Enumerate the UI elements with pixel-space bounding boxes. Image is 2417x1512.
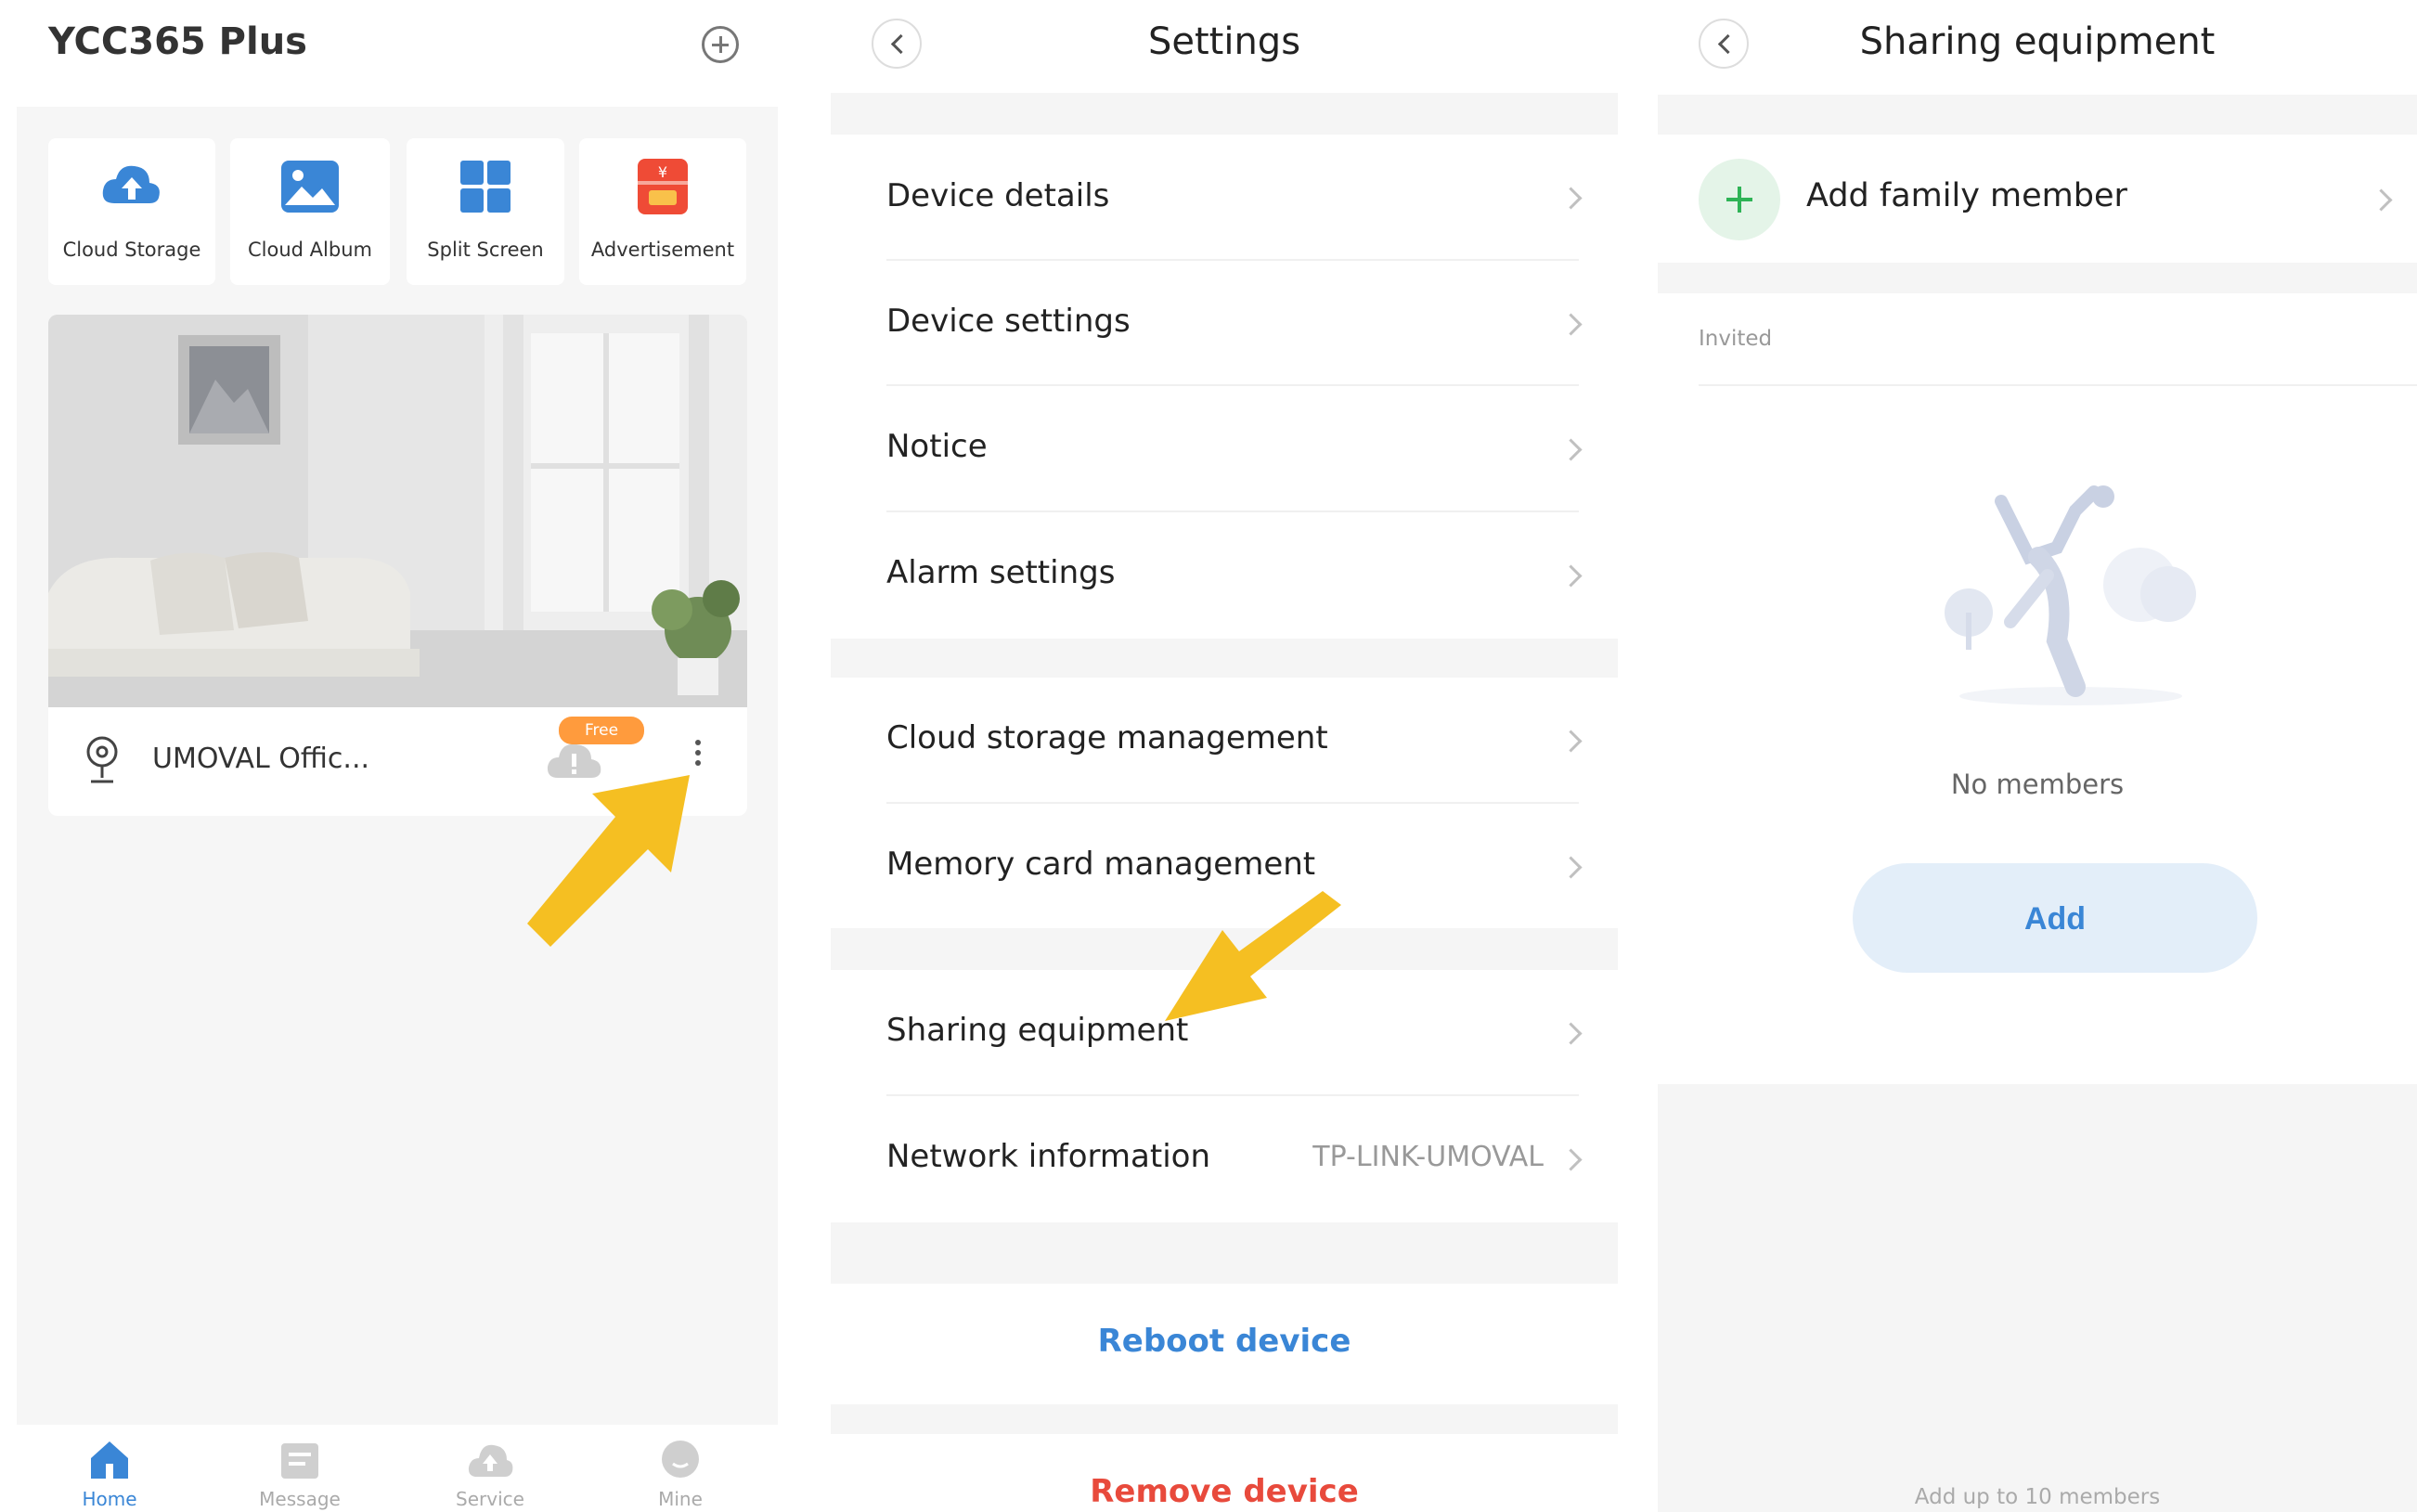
tile-cloud-storage[interactable]: Cloud Storage bbox=[48, 138, 215, 285]
app-title: YCC365 Plus bbox=[48, 20, 307, 63]
tab-label: Service bbox=[456, 1488, 524, 1510]
remove-device-button[interactable]: Remove device bbox=[831, 1473, 1618, 1510]
chevron-right-icon bbox=[1559, 730, 1583, 753]
empty-state-text: No members bbox=[1950, 769, 2125, 800]
section-gap bbox=[831, 1404, 1618, 1434]
home-header: YCC365 Plus bbox=[0, 0, 787, 107]
profile-icon bbox=[662, 1441, 699, 1478]
camera-preview-image[interactable] bbox=[48, 315, 747, 707]
row-label: Device settings bbox=[886, 303, 1131, 340]
sharing-screen: Sharing equipment Add family member Invi… bbox=[1658, 0, 2417, 1512]
reboot-device-button[interactable]: Reboot device bbox=[831, 1323, 1618, 1360]
tile-split-screen[interactable]: Split Screen bbox=[407, 138, 564, 285]
reboot-row: Reboot device bbox=[831, 1284, 1618, 1404]
svg-text:¥: ¥ bbox=[658, 163, 667, 181]
camera-card[interactable]: UMOVAL Offic... Free bbox=[48, 315, 747, 816]
message-icon bbox=[281, 1443, 318, 1479]
row-device-details[interactable]: Device details bbox=[831, 135, 1618, 261]
chevron-right-icon bbox=[1559, 1148, 1583, 1171]
chevron-right-icon bbox=[1559, 187, 1583, 210]
member-limit-note: Add up to 10 members bbox=[1914, 1485, 2161, 1509]
tile-label: Cloud Storage bbox=[62, 239, 201, 261]
row-label: Notice bbox=[886, 428, 988, 465]
camera-name: UMOVAL Offic... bbox=[152, 743, 370, 775]
row-label: Device details bbox=[886, 177, 1110, 214]
free-badge: Free bbox=[559, 717, 644, 744]
section-gap bbox=[1658, 95, 2417, 135]
add-family-member-row[interactable]: Add family member bbox=[1658, 135, 2417, 263]
chevron-right-icon bbox=[1559, 313, 1583, 336]
add-family-member-label: Add family member bbox=[1806, 177, 2127, 214]
grid-icon bbox=[460, 161, 511, 213]
pointer-arrow-icon bbox=[1165, 891, 1341, 1021]
cloud-upload-icon bbox=[102, 165, 160, 203]
divider bbox=[1699, 384, 2417, 386]
tile-label: Advertisement bbox=[590, 239, 735, 261]
chevron-right-icon bbox=[1559, 1022, 1583, 1045]
plus-icon bbox=[1699, 159, 1780, 240]
tab-message[interactable]: Message bbox=[244, 1438, 355, 1510]
section-gap bbox=[1658, 263, 2417, 293]
settings-screen: Settings Device details Device settings … bbox=[831, 0, 1618, 1512]
tab-service[interactable]: Service bbox=[434, 1438, 546, 1510]
tile-label: Cloud Album bbox=[248, 239, 372, 261]
row-label: Memory card management bbox=[886, 846, 1316, 883]
home-icon bbox=[91, 1441, 128, 1479]
tile-cloud-album[interactable]: Cloud Album bbox=[230, 138, 390, 285]
remove-row: Remove device bbox=[831, 1434, 1618, 1512]
service-icon bbox=[468, 1444, 513, 1477]
row-label: Cloud storage management bbox=[886, 719, 1328, 756]
add-device-icon[interactable] bbox=[702, 26, 739, 63]
section-gap bbox=[831, 93, 1618, 135]
row-network-information[interactable]: Network information TP-LINK-UMOVAL bbox=[831, 1096, 1618, 1222]
home-screen: YCC365 Plus Cloud Storage Cloud Album Sp… bbox=[0, 0, 787, 1512]
picture-icon bbox=[281, 161, 339, 213]
row-label: Sharing equipment bbox=[886, 1012, 1189, 1049]
tab-home[interactable]: Home bbox=[54, 1438, 165, 1510]
coupon-icon: ¥ bbox=[638, 159, 688, 214]
bottom-tab-bar: Home Message Service Mine bbox=[17, 1425, 778, 1512]
section-gap bbox=[831, 639, 1618, 678]
row-notice[interactable]: Notice bbox=[831, 386, 1618, 512]
footer-area bbox=[1658, 1084, 2417, 1512]
row-label: Network information bbox=[886, 1138, 1210, 1175]
tab-mine[interactable]: Mine bbox=[625, 1438, 736, 1510]
tile-advertisement[interactable]: ¥ Advertisement bbox=[579, 138, 746, 285]
tile-label: Split Screen bbox=[427, 239, 544, 261]
chevron-right-icon bbox=[1559, 564, 1583, 588]
row-device-settings[interactable]: Device settings bbox=[831, 261, 1618, 386]
camera-icon bbox=[86, 736, 118, 783]
invited-heading: Invited bbox=[1699, 327, 1773, 351]
pointer-arrow-icon bbox=[527, 775, 690, 947]
tab-label: Mine bbox=[658, 1488, 703, 1510]
chevron-right-icon bbox=[2370, 188, 2393, 212]
row-cloud-storage-management[interactable]: Cloud storage management bbox=[831, 678, 1618, 804]
network-ssid: TP-LINK-UMOVAL bbox=[1312, 1141, 1544, 1173]
section-gap bbox=[831, 1222, 1618, 1284]
add-member-button[interactable]: Add bbox=[1853, 863, 2257, 973]
row-alarm-settings[interactable]: Alarm settings bbox=[831, 512, 1618, 639]
tab-label: Home bbox=[82, 1488, 137, 1510]
chevron-right-icon bbox=[1559, 438, 1583, 461]
empty-state-illustration-icon bbox=[1945, 485, 2196, 705]
chevron-right-icon bbox=[1559, 856, 1583, 879]
row-label: Alarm settings bbox=[886, 554, 1116, 591]
page-title: Sharing equipment bbox=[1859, 20, 2216, 63]
home-body: Cloud Storage Cloud Album Split Screen ¥… bbox=[17, 107, 778, 1425]
tab-label: Message bbox=[259, 1488, 341, 1510]
page-title: Settings bbox=[1147, 20, 1301, 63]
